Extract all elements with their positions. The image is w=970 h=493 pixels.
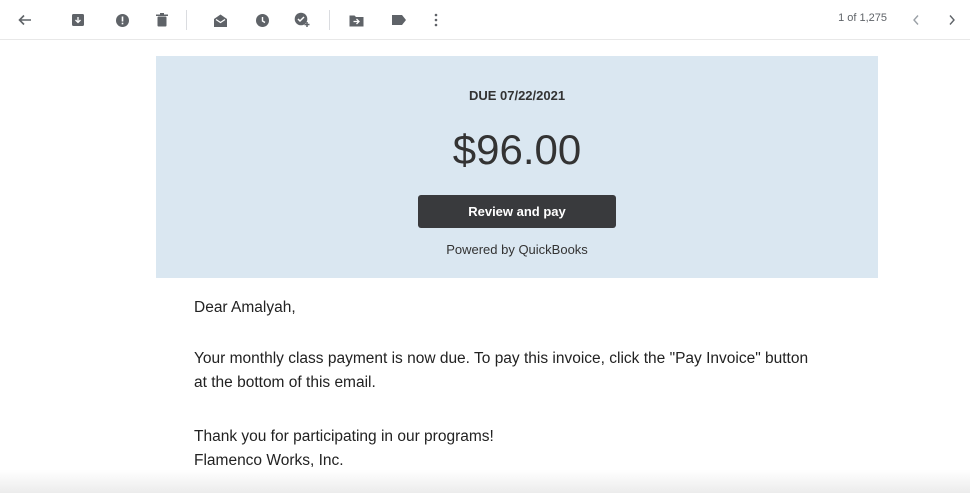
label-icon[interactable]: [387, 8, 411, 32]
delete-icon[interactable]: [150, 8, 174, 32]
powered-by-text: Powered by QuickBooks: [446, 242, 588, 257]
message-paragraph-line-2: at the bottom of this email.: [194, 374, 376, 391]
mark-unread-icon[interactable]: [208, 8, 232, 32]
email-toolbar: 1 of 1,275: [0, 0, 970, 40]
more-icon[interactable]: [424, 8, 448, 32]
toolbar-divider: [186, 10, 187, 30]
add-task-icon[interactable]: [290, 8, 314, 32]
invoice-summary: DUE 07/22/2021 $96.00 Review and pay Pow…: [156, 56, 878, 278]
back-arrow-icon[interactable]: [13, 8, 37, 32]
newer-message-icon[interactable]: [940, 8, 964, 32]
bottom-shadow: [0, 470, 970, 493]
message-paragraph-line-1: Your monthly class payment is now due. T…: [194, 350, 809, 367]
thanks-line: Thank you for participating in our progr…: [194, 428, 494, 445]
due-date: DUE 07/22/2021: [468, 88, 566, 103]
signature: Flamenco Works, Inc.: [194, 452, 344, 469]
message-counter: 1 of 1,275: [838, 12, 887, 24]
snooze-icon[interactable]: [250, 8, 274, 32]
greeting: Dear Amalyah,: [194, 299, 296, 316]
amount-due: $96.00: [452, 126, 582, 173]
toolbar-divider: [329, 10, 330, 30]
report-spam-icon[interactable]: [110, 8, 134, 32]
move-to-icon[interactable]: [344, 8, 368, 32]
older-message-icon[interactable]: [904, 8, 928, 32]
archive-icon[interactable]: [66, 8, 90, 32]
review-and-pay-button[interactable]: Review and pay: [418, 195, 616, 228]
